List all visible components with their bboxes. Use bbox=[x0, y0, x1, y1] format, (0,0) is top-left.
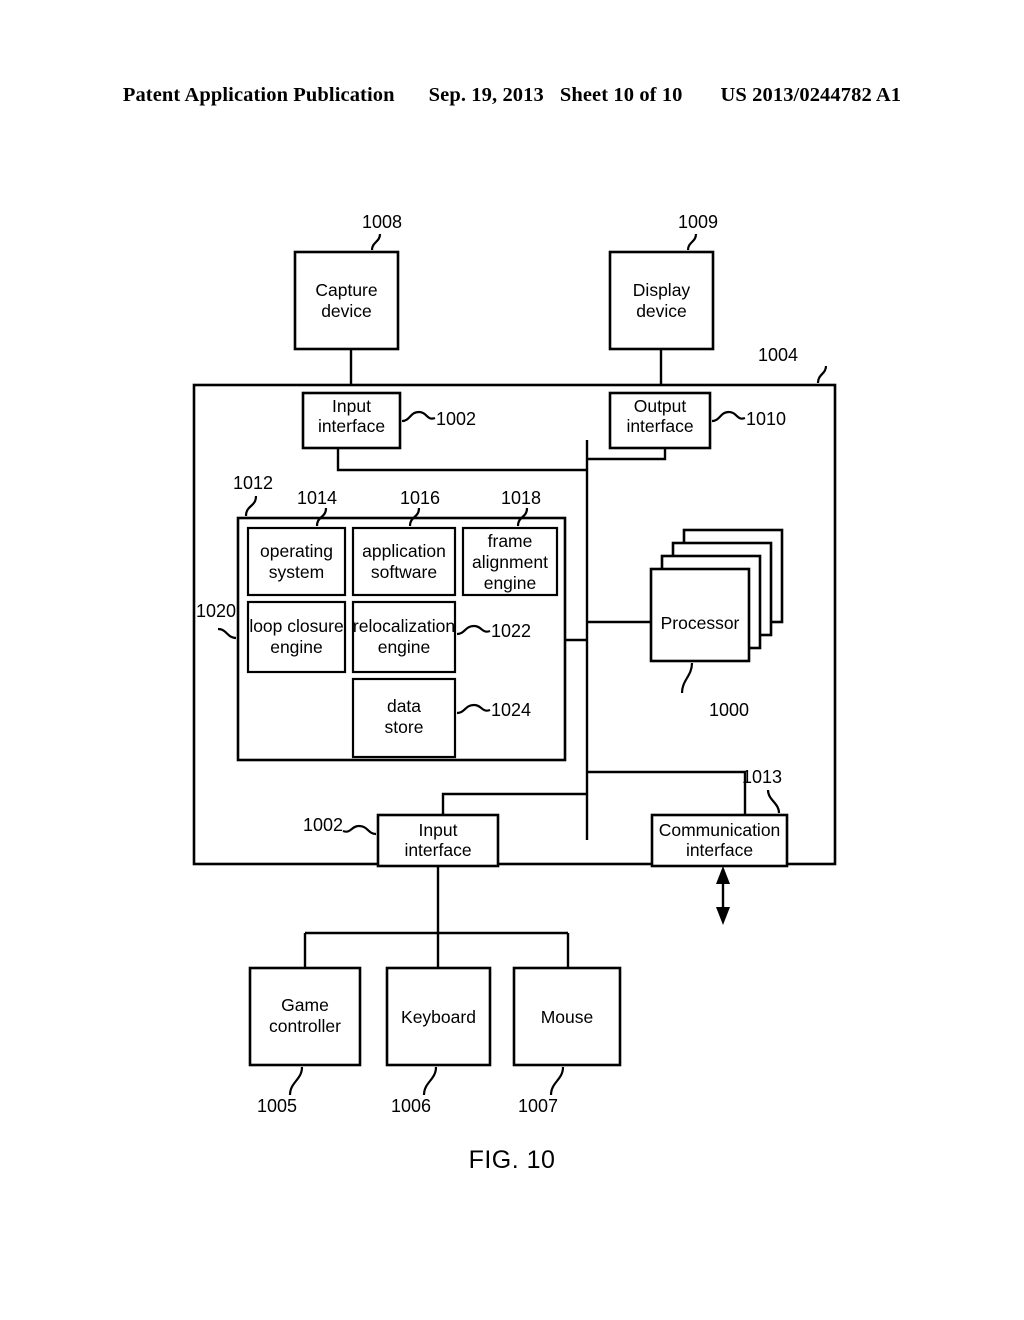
ref-1004-label: 1004 bbox=[758, 345, 798, 365]
display-device-label-line1: Display bbox=[633, 280, 691, 300]
frame-alignment-engine-label-line3: engine bbox=[484, 573, 537, 593]
display-device-label-line2: device bbox=[636, 301, 687, 321]
display-device-block: Display device bbox=[608, 250, 715, 351]
input-interface-bottom-label-line2: interface bbox=[404, 840, 471, 860]
game-controller-block: Game controller bbox=[248, 966, 362, 1067]
input-interface-bottom-block: Input interface bbox=[376, 813, 500, 868]
ref-1018-label: 1018 bbox=[501, 488, 541, 508]
application-software-block: application software bbox=[351, 526, 457, 597]
output-interface-label-line2: interface bbox=[626, 416, 693, 436]
patent-page: Patent Application Publication Sep. 19, … bbox=[0, 0, 1024, 1320]
application-software-label-line1: application bbox=[362, 541, 446, 561]
operating-system-label-line1: operating bbox=[260, 541, 333, 561]
communication-interface-label-line1: Communication bbox=[659, 820, 781, 840]
loop-closure-engine-label-line2: engine bbox=[270, 637, 323, 657]
game-controller-label-line1: Game bbox=[281, 995, 329, 1015]
processor-label: Processor bbox=[661, 613, 740, 633]
figure-caption: FIG. 10 bbox=[469, 1146, 556, 1174]
mouse-label: Mouse bbox=[541, 1007, 594, 1027]
loop-closure-engine-label-line1: loop closure bbox=[249, 616, 343, 636]
output-interface-label-line1: Output bbox=[634, 396, 687, 416]
ref-1016-label: 1016 bbox=[400, 488, 440, 508]
data-store-label-line1: data bbox=[387, 696, 421, 716]
ref-1006-label: 1006 bbox=[391, 1096, 431, 1116]
communication-interface-block: Communication interface bbox=[650, 813, 789, 868]
capture-device-label-line1: Capture bbox=[315, 280, 377, 300]
frame-alignment-engine-label-line2: alignment bbox=[472, 552, 548, 572]
frame-alignment-engine-block: frame alignment engine bbox=[461, 526, 559, 597]
ref-1022-label: 1022 bbox=[491, 621, 531, 641]
relocalization-engine-label-line2: engine bbox=[378, 637, 431, 657]
capture-device-block: Capture device bbox=[293, 250, 400, 351]
mouse-block: Mouse bbox=[512, 966, 622, 1067]
keyboard-label: Keyboard bbox=[401, 1007, 476, 1027]
figure-10-diagram: Capture device 1008 Display device 1009 … bbox=[192, 212, 837, 1174]
loop-closure-engine-block: loop closure engine bbox=[246, 600, 347, 674]
data-store-label-line2: store bbox=[385, 717, 424, 737]
ref-1014-label: 1014 bbox=[297, 488, 337, 508]
ref-1024-label: 1024 bbox=[491, 700, 531, 720]
output-interface-block: Output interface bbox=[608, 391, 712, 450]
ref-1000-label: 1000 bbox=[709, 700, 749, 720]
operating-system-label-line2: system bbox=[269, 562, 324, 582]
external-communication-arrow bbox=[716, 866, 730, 925]
ref-1009-label: 1009 bbox=[678, 212, 718, 232]
input-interface-bottom-label-line1: Input bbox=[419, 820, 458, 840]
ref-1007-label: 1007 bbox=[518, 1096, 558, 1116]
game-controller-label-line2: controller bbox=[269, 1016, 341, 1036]
ref-1010-label: 1010 bbox=[746, 409, 786, 429]
relocalization-engine-block: relocalization engine bbox=[351, 600, 457, 674]
ref-1020-label: 1020 bbox=[196, 601, 236, 621]
ref-1002-bottom-label: 1002 bbox=[303, 815, 343, 835]
application-software-label-line2: software bbox=[371, 562, 437, 582]
data-store-block: data store bbox=[351, 677, 457, 759]
capture-device-label-line2: device bbox=[321, 301, 372, 321]
keyboard-block: Keyboard bbox=[385, 966, 492, 1067]
ref-1012-label: 1012 bbox=[233, 473, 273, 493]
input-interface-top-label-line1: Input bbox=[332, 396, 371, 416]
relocalization-engine-label-line1: relocalization bbox=[353, 616, 455, 636]
ref-1005-label: 1005 bbox=[257, 1096, 297, 1116]
ref-1002-top-label: 1002 bbox=[436, 409, 476, 429]
communication-interface-label-line2: interface bbox=[686, 840, 753, 860]
ref-1013-label: 1013 bbox=[742, 767, 782, 787]
input-interface-top-block: Input interface bbox=[301, 391, 402, 450]
input-interface-top-label-line2: interface bbox=[318, 416, 385, 436]
ref-1008-label: 1008 bbox=[362, 212, 402, 232]
operating-system-block: operating system bbox=[246, 526, 347, 597]
frame-alignment-engine-label-line1: frame bbox=[488, 531, 533, 551]
